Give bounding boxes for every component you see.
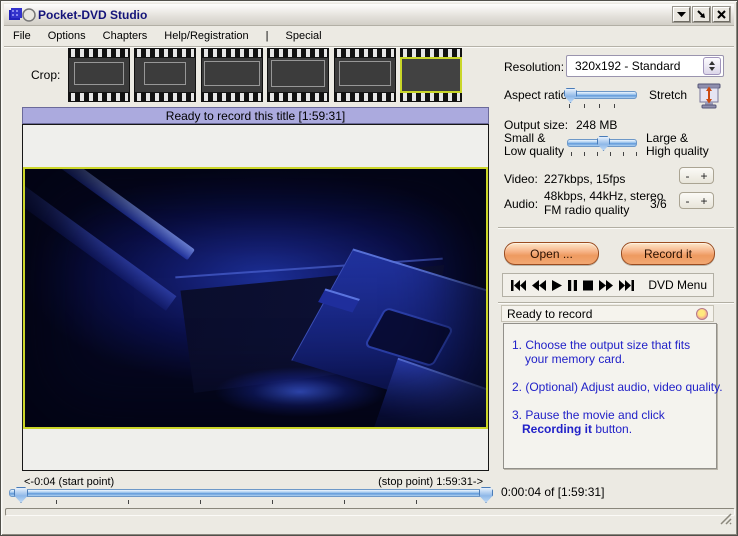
start-point-label: <-0:04 (start point) [24, 476, 115, 488]
panel-divider-2 [498, 302, 734, 304]
stop-point-thumb[interactable] [479, 487, 493, 503]
stretch-icon[interactable] [695, 82, 723, 115]
video-quality-stepper[interactable]: - + [679, 167, 714, 184]
dvd-menu-button[interactable]: DVD Menu [648, 278, 707, 292]
menu-file[interactable]: File [13, 30, 31, 42]
status-strip: Ready to record [501, 305, 714, 322]
video-label: Video: [504, 172, 538, 186]
skip-forward-icon [619, 279, 634, 291]
skip-forward-button[interactable] [617, 276, 636, 294]
status-text: Ready to record [507, 306, 593, 321]
video-minus-button[interactable]: - [685, 170, 689, 182]
fast-forward-icon [599, 279, 613, 291]
audio-minus-button[interactable]: - [685, 195, 689, 207]
restore-button[interactable] [693, 7, 710, 22]
menu-bar: File Options Chapters Help/Registration … [5, 28, 733, 44]
crop-label: Crop: [31, 68, 61, 82]
instruction-step3-line1: 3. Pause the movie and click [512, 408, 665, 422]
resolution-label: Resolution: [504, 60, 565, 74]
aspect-ratio-slider[interactable] [567, 91, 637, 99]
output-size-label: Output size: [504, 118, 569, 132]
instructions-box: 1. Choose the output size that fits your… [503, 323, 723, 469]
pause-icon [568, 279, 577, 291]
crop-thumbnail-5[interactable] [334, 48, 396, 102]
restore-icon [697, 10, 705, 18]
audio-value-line2: FM radio quality [544, 203, 630, 217]
small-quality-label-1: Small & [504, 131, 546, 145]
timeline-ticks [56, 500, 418, 504]
app-icon [9, 8, 37, 27]
play-icon [552, 279, 562, 291]
video-preview[interactable] [23, 167, 488, 429]
skip-back-icon [511, 279, 526, 291]
output-size-value: 248 MB [576, 118, 618, 132]
crop-thumbnail-4[interactable] [267, 48, 329, 102]
output-size-slider-thumb[interactable] [597, 136, 610, 151]
small-quality-label-2: Low quality [504, 144, 565, 158]
close-button[interactable] [713, 7, 730, 22]
stop-button[interactable] [581, 276, 595, 294]
fast-forward-button[interactable] [597, 276, 615, 294]
pause-button[interactable] [566, 276, 579, 294]
status-bar [5, 508, 735, 516]
crop-thumbnail-6-selected[interactable] [400, 48, 462, 102]
stretch-label: Stretch [649, 88, 688, 102]
menu-help-registration[interactable]: Help/Registration [164, 30, 248, 42]
minimize-icon [677, 12, 686, 17]
playback-position-text: 0:00:04 of [1:59:31] [501, 485, 605, 499]
audio-plus-button[interactable]: + [700, 195, 707, 207]
aspect-slider-ticks [569, 104, 616, 108]
stop-point-label: (stop point) 1:59:31-> [378, 476, 483, 488]
instruction-step2: 2. (Optional) Adjust audio, video qualit… [512, 380, 723, 394]
timeline-slider[interactable] [9, 489, 488, 497]
resize-grip-icon[interactable] [719, 512, 732, 530]
audio-value-line1: 48kbps, 44kHz, stereo [544, 189, 664, 203]
audio-level: 3/6 [650, 197, 667, 211]
instruction-step1-line1: 1. Choose the output size that fits [512, 338, 691, 352]
stop-icon [583, 280, 593, 290]
close-icon [717, 10, 726, 19]
rewind-button[interactable] [530, 276, 548, 294]
large-quality-label-2: High quality [646, 144, 709, 158]
minimize-button[interactable] [673, 7, 690, 22]
crop-thumbnail-2[interactable] [134, 48, 196, 102]
large-quality-label-1: Large & [646, 131, 689, 145]
playback-toolbar: DVD Menu [502, 273, 714, 297]
app-window: Pocket-DVD Studio File Options Chapters … [0, 0, 738, 536]
instruction-step1-line2: your memory card. [525, 352, 626, 366]
aspect-ratio-label: Aspect ratio [504, 88, 568, 102]
record-button[interactable]: Record it [621, 242, 715, 265]
video-value: 227kbps, 15fps [544, 172, 626, 186]
output-slider-ticks [571, 152, 638, 156]
menu-special[interactable]: Special [286, 30, 322, 42]
rewind-icon [532, 279, 546, 291]
menu-separator: | [265, 30, 269, 42]
crop-thumbnail-1[interactable] [68, 48, 130, 102]
menu-chapters[interactable]: Chapters [103, 30, 148, 42]
resolution-value: 320x192 - Standard [575, 59, 681, 73]
video-plus-button[interactable]: + [700, 170, 707, 182]
film-sprockets [70, 49, 128, 57]
menu-options[interactable]: Options [48, 30, 86, 42]
preview-status-header: Ready to record this title [1:59:31] [22, 107, 489, 124]
crop-thumbnail-3[interactable] [201, 48, 263, 102]
spinner-up-down-icon[interactable] [703, 57, 721, 75]
panel-divider-1 [498, 227, 734, 229]
instruction-step3-line2: Recording it button. [522, 422, 633, 436]
audio-label: Audio: [504, 197, 539, 211]
title-bar[interactable]: Pocket-DVD Studio [4, 4, 734, 26]
resolution-select[interactable]: 320x192 - Standard [566, 55, 724, 77]
window-title: Pocket-DVD Studio [38, 7, 148, 22]
open-button[interactable]: Open ... [504, 242, 599, 265]
status-smiley-icon [696, 307, 708, 320]
skip-back-button[interactable] [509, 276, 528, 294]
start-point-thumb[interactable] [14, 487, 28, 503]
play-button[interactable] [550, 276, 564, 294]
audio-quality-stepper[interactable]: - + [679, 192, 714, 209]
